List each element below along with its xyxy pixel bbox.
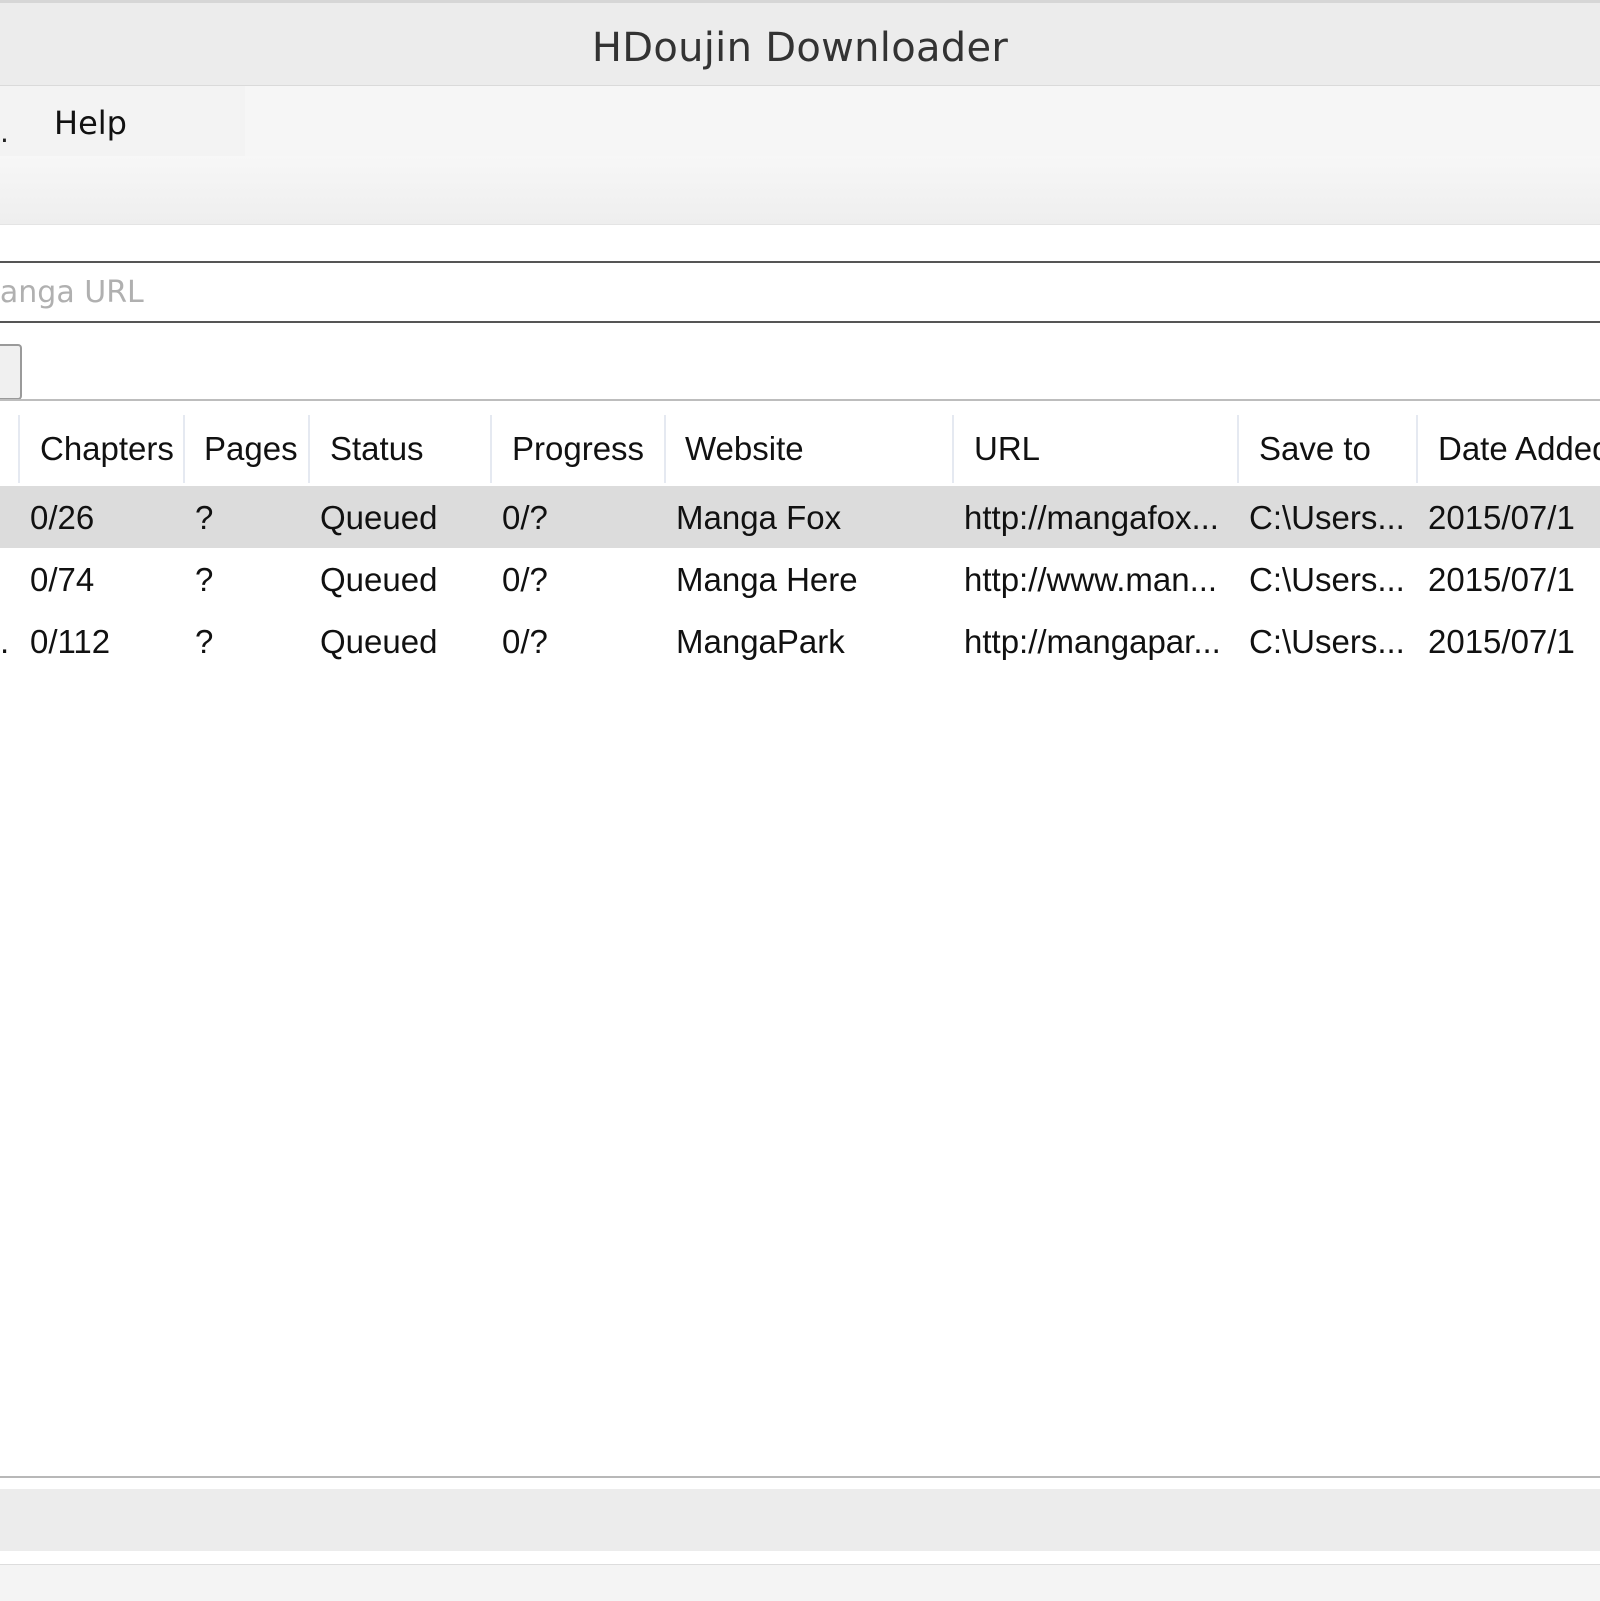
- cell-date-added: 2015/07/1: [1428, 623, 1575, 660]
- table-header: Chapters Pages Status Progress Website U…: [0, 415, 1600, 483]
- toolbar: [0, 156, 1600, 225]
- column-header-chapters[interactable]: Chapters: [20, 415, 185, 483]
- list-top-border: [0, 399, 1600, 401]
- menu-bar: . Help: [0, 86, 1600, 156]
- cell-pages: ?: [195, 561, 214, 598]
- cell-pages: ?: [195, 499, 214, 536]
- cell-progress: 0/?: [502, 623, 548, 660]
- table-row[interactable]: 0/74 ? Queued 0/? Manga Here http://www.…: [0, 548, 1600, 610]
- column-header-url[interactable]: URL: [954, 415, 1239, 483]
- cell-url: http://www.man...: [964, 561, 1218, 598]
- cell-status: Queued: [320, 623, 438, 660]
- cell-title: .: [0, 623, 10, 660]
- column-header-progress[interactable]: Progress: [492, 415, 666, 483]
- cell-chapters: 0/26: [30, 499, 95, 536]
- cell-progress: 0/?: [502, 561, 548, 598]
- cell-website: Manga Fox: [676, 499, 842, 536]
- window-title: HDoujin Downloader: [591, 25, 1009, 71]
- menu-bar-strip: [245, 86, 1600, 156]
- manga-url-input[interactable]: [0, 261, 1600, 323]
- column-header-save-to[interactable]: Save to: [1239, 415, 1418, 483]
- column-header-pages[interactable]: Pages: [185, 415, 310, 483]
- menu-item-help[interactable]: Help: [54, 104, 127, 142]
- window-bottom-edge: [0, 1564, 1600, 1601]
- cell-save-to: C:\Users...: [1249, 623, 1405, 660]
- column-header-status[interactable]: Status: [310, 415, 492, 483]
- menu-item-partial[interactable]: .: [0, 116, 9, 149]
- cell-save-to: C:\Users...: [1249, 499, 1405, 536]
- column-header-website[interactable]: Website: [666, 415, 954, 483]
- cell-website: MangaPark: [676, 623, 845, 660]
- column-header-title[interactable]: [0, 415, 20, 483]
- cell-progress: 0/?: [502, 499, 548, 536]
- title-bar[interactable]: HDoujin Downloader: [0, 0, 1600, 86]
- cell-url: http://mangapar...: [964, 623, 1221, 660]
- cell-url: http://mangafox...: [964, 499, 1219, 536]
- column-header-date-added[interactable]: Date Added: [1418, 415, 1600, 483]
- cell-date-added: 2015/07/1: [1428, 561, 1575, 598]
- status-bar: [0, 1489, 1600, 1551]
- table-row[interactable]: . 0/112 ? Queued 0/? MangaPark http://ma…: [0, 610, 1600, 672]
- list-bottom-border: [0, 1476, 1600, 1478]
- cell-save-to: C:\Users...: [1249, 561, 1405, 598]
- cell-website: Manga Here: [676, 561, 858, 598]
- cell-pages: ?: [195, 623, 214, 660]
- table-row[interactable]: 0/26 ? Queued 0/? Manga Fox http://manga…: [0, 486, 1600, 548]
- cell-chapters: 0/74: [30, 561, 95, 598]
- cell-date-added: 2015/07/1: [1428, 499, 1575, 536]
- cell-status: Queued: [320, 561, 438, 598]
- cell-chapters: 0/112: [30, 623, 111, 660]
- add-button[interactable]: [0, 344, 22, 400]
- cell-status: Queued: [320, 499, 438, 536]
